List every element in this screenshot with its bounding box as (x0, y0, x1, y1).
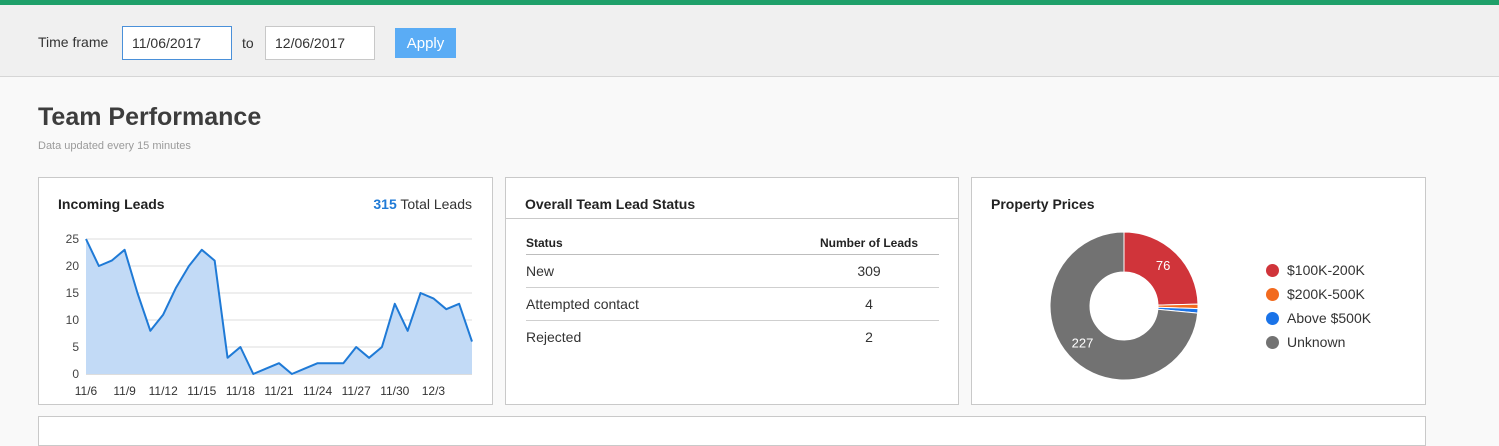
time-frame-label: Time frame (38, 34, 109, 50)
card-header-divider (506, 218, 958, 219)
donut-data-label: 227 (1072, 336, 1094, 351)
legend-label: $200K-500K (1287, 286, 1365, 302)
count-cell: 309 (799, 254, 939, 288)
filter-bar: Time frame to Apply (0, 5, 1499, 77)
legend-label: Unknown (1287, 334, 1346, 350)
total-leads: 315 Total Leads (373, 196, 472, 212)
status-cell: Rejected (526, 329, 582, 345)
total-leads-label: Total Leads (400, 196, 472, 212)
table-header-row: Status Number of Leads (526, 232, 939, 255)
x-tick-label: 11/21 (264, 384, 293, 398)
y-tick-label: 10 (66, 313, 80, 327)
lead-status-table: Status Number of Leads New 309 Attempted… (526, 232, 939, 353)
table-row: New 309 (526, 254, 939, 288)
x-tick-label: 11/18 (226, 384, 255, 398)
count-cell: 2 (865, 329, 873, 345)
x-tick-label: 11/24 (303, 384, 332, 398)
date-to-input[interactable] (265, 26, 375, 60)
apply-button[interactable]: Apply (395, 28, 456, 58)
y-tick-label: 0 (72, 367, 79, 381)
legend-item[interactable]: Unknown (1266, 330, 1371, 354)
legend-item[interactable]: $200K-500K (1266, 282, 1371, 306)
total-leads-value: 315 (373, 196, 397, 212)
lead-status-card: Overall Team Lead Status Status Number o… (505, 177, 959, 405)
table-row: Attempted contact 4 (526, 287, 939, 321)
legend-item[interactable]: Above $500K (1266, 306, 1371, 330)
table-row: Rejected 2 (526, 321, 939, 354)
incoming-leads-title: Incoming Leads (58, 196, 165, 212)
page-subtitle: Data updated every 15 minutes (38, 140, 191, 152)
lead-status-title: Overall Team Lead Status (525, 196, 696, 212)
x-tick-label: 11/6 (75, 384, 98, 398)
property-prices-card: Property Prices 76 227 $100K-200K $200K-50… (971, 177, 1426, 405)
x-tick-label: 12/3 (422, 384, 446, 398)
next-card (38, 416, 1426, 446)
property-prices-donut-chart: 76 227 (1049, 231, 1199, 381)
legend-swatch-icon (1266, 263, 1279, 277)
count-cell: 4 (799, 287, 939, 321)
column-header-count: Number of Leads (799, 232, 939, 255)
legend-label: Above $500K (1287, 310, 1372, 326)
legend-item[interactable]: $100K-200K (1266, 258, 1371, 282)
to-label: to (242, 35, 254, 51)
x-tick-label: 11/27 (342, 384, 371, 398)
date-from-input[interactable] (122, 26, 232, 60)
status-cell: New (526, 254, 799, 288)
column-header-status: Status (526, 232, 799, 255)
y-tick-label: 25 (66, 232, 80, 246)
y-tick-label: 20 (66, 259, 80, 273)
x-tick-label: 11/12 (149, 384, 178, 398)
donut-data-label: 76 (1156, 258, 1170, 273)
y-tick-label: 15 (66, 286, 80, 300)
incoming-leads-chart: 0 5 10 15 20 25 11/6 11/9 11/12 11/15 11/18 11/21 11… (66, 232, 473, 398)
legend-label: $100K-200K (1287, 262, 1365, 278)
page-title: Team Performance (38, 103, 262, 131)
incoming-leads-card: Incoming Leads 315 Total Leads 0 5 10 15 20 2… (38, 177, 493, 405)
property-prices-legend: $100K-200K $200K-500K Above $500K Unknown (1266, 258, 1371, 354)
status-cell: Attempted contact (526, 287, 799, 321)
y-tick-label: 5 (72, 340, 79, 354)
legend-swatch-icon (1266, 311, 1279, 325)
leads-area (86, 239, 472, 374)
x-tick-label: 11/15 (187, 384, 216, 398)
legend-swatch-icon (1266, 335, 1279, 349)
x-tick-label: 11/30 (380, 384, 409, 398)
legend-swatch-icon (1266, 287, 1279, 301)
x-tick-label: 11/9 (113, 384, 136, 398)
property-prices-title: Property Prices (991, 196, 1095, 212)
